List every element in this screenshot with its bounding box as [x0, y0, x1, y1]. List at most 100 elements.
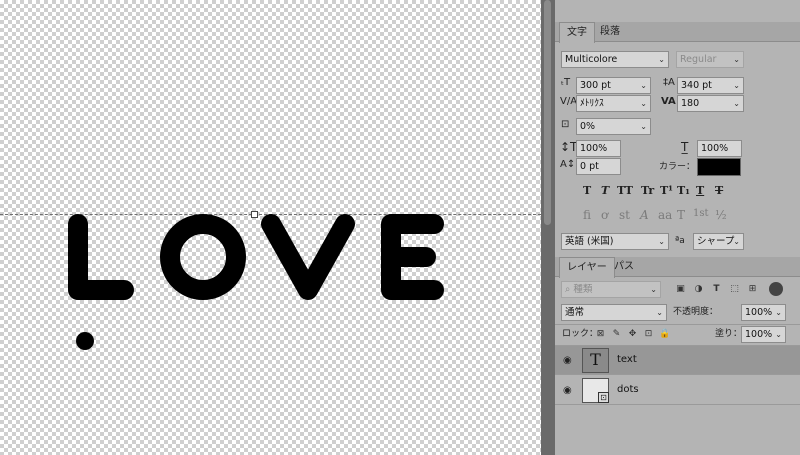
kerning-select[interactable]: ﾒﾄﾘｸｽ ⌄: [576, 95, 651, 112]
faux-italic-button[interactable]: T: [601, 184, 609, 197]
fill-input[interactable]: 100% ⌄: [741, 326, 786, 343]
blend-mode-select[interactable]: 通常 ⌄: [561, 304, 667, 321]
layer-filter-select[interactable]: ⌕ 種類 ⌄: [561, 281, 661, 298]
antialias-select[interactable]: シャープ ⌄: [693, 233, 744, 250]
photoshop-window: 文字 段落 Multicolore ⌄ Regular ⌄ ₜT 300 pt …: [0, 0, 800, 455]
layer-name[interactable]: dots: [617, 384, 639, 395]
horizontal-scale-value: 100%: [701, 143, 729, 154]
canvas-scrollbar[interactable]: [541, 0, 555, 455]
vertical-scale-icon: ↕T: [560, 140, 578, 154]
underline-button[interactable]: T: [696, 184, 704, 197]
filter-pixel-icon[interactable]: ▣: [675, 284, 686, 295]
layers-panel-tabs: レイヤー パス: [555, 257, 800, 278]
superscript-button[interactable]: T¹: [660, 184, 673, 197]
titling-alternates-button[interactable]: T: [677, 208, 685, 222]
font-size-input[interactable]: 300 pt ⌄: [576, 77, 651, 94]
old-style-button[interactable]: ơ: [601, 208, 608, 222]
lock-transparency-icon[interactable]: ⊠: [595, 329, 606, 340]
horizontal-scale-icon: T̲: [681, 140, 689, 154]
text-color-swatch[interactable]: [697, 158, 741, 176]
chevron-down-icon: ⌄: [733, 99, 740, 108]
eye-icon[interactable]: ◉: [563, 355, 572, 366]
vertical-scale-input[interactable]: 100%: [576, 140, 621, 157]
letter-v: [261, 214, 355, 300]
fill-value: 100%: [745, 329, 773, 340]
layer-row-text[interactable]: ◉ T text: [555, 346, 800, 375]
tracking-input[interactable]: 180 ⌄: [677, 95, 744, 112]
opacity-value: 100%: [745, 307, 773, 318]
fill-label: 塗り：: [715, 329, 743, 339]
search-icon: ⌕: [565, 284, 571, 295]
chevron-down-icon: ⌄: [733, 55, 740, 64]
opacity-input[interactable]: 100% ⌄: [741, 304, 786, 321]
lock-image-icon[interactable]: ✎: [611, 329, 622, 340]
ligatures-button[interactable]: fi: [583, 208, 591, 222]
opacity-label: 不透明度：: [673, 307, 719, 317]
fractions-button[interactable]: ½: [715, 208, 727, 222]
horizontal-scale-input[interactable]: 100%: [697, 140, 742, 157]
chevron-down-icon: ⌄: [650, 285, 657, 294]
lock-artboard-icon[interactable]: ⊡: [643, 329, 654, 340]
tab-character[interactable]: 文字: [559, 22, 595, 43]
faux-bold-button[interactable]: T: [583, 184, 591, 197]
filter-adjustment-icon[interactable]: ◑: [693, 284, 704, 295]
letter-e: [381, 214, 444, 300]
language-select[interactable]: 英語 (米国) ⌄: [561, 233, 669, 250]
blend-mode-value: 通常: [565, 307, 585, 318]
layer-name[interactable]: text: [617, 354, 637, 365]
leading-value: 340 pt: [681, 80, 712, 91]
stylistic-alternates-button[interactable]: aa: [658, 208, 672, 222]
filter-smart-object-icon[interactable]: ⊞: [747, 284, 758, 295]
lock-position-icon[interactable]: ✥: [627, 329, 638, 340]
layer-filter-placeholder: 種類: [573, 284, 593, 295]
baseline-shift-input[interactable]: 0 pt: [576, 158, 621, 175]
tsume-select[interactable]: 0% ⌄: [576, 118, 651, 135]
lock-all-icon[interactable]: 🔒: [659, 329, 670, 340]
chevron-down-icon: ⌄: [775, 308, 782, 317]
baseline-shift-icon: A↕: [560, 159, 576, 170]
layer-row-dots[interactable]: ◉ ⊡ dots: [555, 376, 800, 405]
leading-icon: ‡A: [663, 77, 675, 88]
tab-paths[interactable]: パス: [607, 257, 641, 277]
antialias-icon: ªa: [675, 236, 685, 246]
font-family-value: Multicolore: [565, 54, 618, 65]
raster-layer-thumbnail: ⊡: [582, 378, 609, 403]
letter-o: [160, 214, 246, 300]
chevron-down-icon: ⌄: [640, 81, 647, 90]
chevron-down-icon: ⌄: [733, 81, 740, 90]
panel-divider: [555, 324, 800, 325]
font-size-value: 300 pt: [580, 80, 611, 91]
leading-input[interactable]: 340 pt ⌄: [677, 77, 744, 94]
dot-shape: [76, 332, 94, 350]
character-panel-tabs: 文字 段落: [555, 22, 800, 43]
love-text-layer[interactable]: [66, 212, 446, 302]
eye-icon[interactable]: ◉: [563, 385, 572, 396]
strikethrough-button[interactable]: T: [715, 184, 723, 197]
subscript-button[interactable]: T₁: [677, 184, 690, 197]
swash-button[interactable]: A: [640, 208, 649, 222]
kerning-icon: V/A: [560, 96, 578, 107]
tsume-value: 0%: [580, 121, 596, 132]
side-panel: 文字 段落 Multicolore ⌄ Regular ⌄ ₜT 300 pt …: [555, 0, 800, 455]
scrollbar-thumb[interactable]: [544, 0, 551, 225]
filter-toggle-icon[interactable]: [769, 282, 783, 296]
baseline-shift-value: 0 pt: [580, 161, 599, 172]
document-canvas[interactable]: [0, 0, 541, 455]
filter-type-icon[interactable]: T: [711, 284, 722, 295]
font-style-select[interactable]: Regular ⌄: [676, 51, 744, 68]
font-style-value: Regular: [680, 54, 717, 65]
ordinals-button[interactable]: 1st: [693, 208, 709, 219]
kerning-value: ﾒﾄﾘｸｽ: [580, 98, 604, 109]
all-caps-button[interactable]: TT: [617, 184, 633, 197]
tracking-icon: VA: [661, 96, 676, 107]
discretionary-ligatures-button[interactable]: st: [619, 208, 630, 222]
chevron-down-icon: ⌄: [775, 330, 782, 339]
tab-paragraph[interactable]: 段落: [593, 22, 627, 42]
filter-shape-icon[interactable]: ⬚: [729, 284, 740, 295]
font-family-select[interactable]: Multicolore ⌄: [561, 51, 669, 68]
letter-l: [68, 214, 134, 300]
text-anchor-handle[interactable]: [251, 211, 258, 218]
color-label: カラー：: [659, 162, 696, 172]
chevron-down-icon: ⌄: [658, 55, 665, 64]
small-caps-button[interactable]: Tr: [641, 184, 654, 197]
